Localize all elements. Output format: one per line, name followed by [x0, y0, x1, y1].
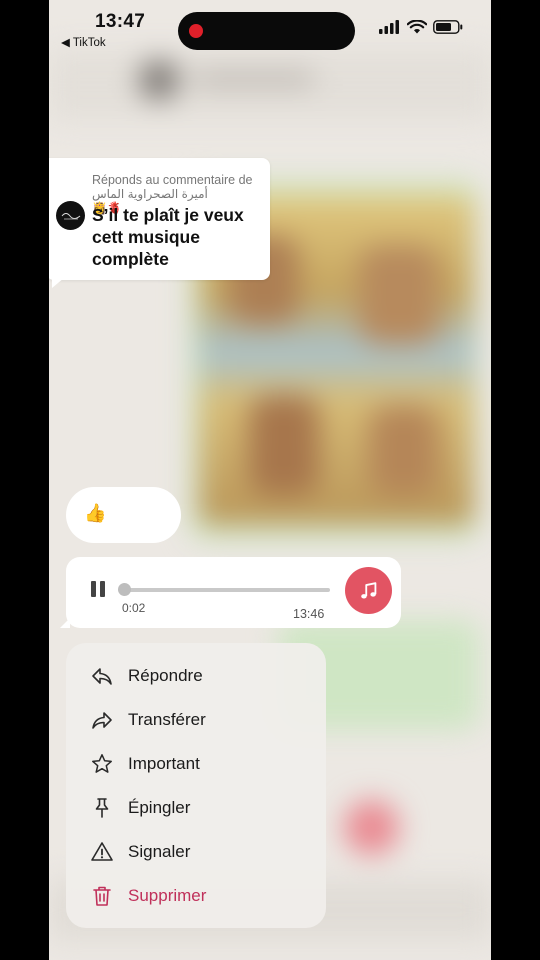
- menu-item-label: Signaler: [128, 842, 191, 861]
- audio-duration: 13:46: [293, 607, 325, 621]
- star-icon: [92, 754, 112, 773]
- menu-item-label: Supprimer: [128, 886, 207, 905]
- menu-item-star[interactable]: Important: [66, 744, 326, 784]
- menu-item-label: Important: [128, 754, 200, 773]
- pin-icon: [95, 798, 109, 818]
- menu-item-label: Transférer: [128, 710, 206, 729]
- blurred-music-button: [344, 800, 399, 855]
- music-note-button[interactable]: [345, 567, 392, 614]
- trash-icon: [93, 886, 111, 906]
- status-time: 13:47: [95, 11, 146, 32]
- phone-screen: 13:47 ◀ TikTok Réponds au commentaire de…: [49, 0, 491, 960]
- menu-item-delete[interactable]: Supprimer: [66, 876, 326, 916]
- dynamic-island: [178, 12, 355, 50]
- commenter-avatar: [56, 201, 85, 230]
- status-bar: 13:47 ◀ TikTok: [49, 0, 491, 52]
- music-note-icon: [360, 581, 376, 599]
- status-icons: [379, 20, 463, 34]
- signal-icon: [379, 20, 399, 34]
- blurred-contact-avatar: [139, 60, 179, 100]
- thumbs-up-emoji: 👍: [84, 503, 107, 523]
- menu-item-label: Répondre: [128, 666, 203, 685]
- warning-icon: [91, 842, 113, 861]
- menu-item-forward[interactable]: Transférer: [66, 700, 326, 740]
- audio-progress-track[interactable]: [123, 588, 330, 592]
- menu-item-label: Épingler: [128, 798, 191, 817]
- forward-icon: [92, 712, 112, 729]
- comment-text: S’il te plaît je veux cett musique compl…: [92, 205, 244, 269]
- reply-label: Réponds au commentaire de: [92, 173, 253, 187]
- recording-indicator: [189, 24, 203, 38]
- reply-comment-card: Réponds au commentaire de أميرة الصحراوي…: [49, 158, 270, 288]
- blurred-contact-name: [194, 72, 314, 86]
- audio-progress-thumb[interactable]: [118, 583, 131, 596]
- pause-icon[interactable]: [90, 581, 106, 597]
- audio-elapsed-time: 0:02: [122, 601, 146, 615]
- emoji-message-bubble[interactable]: 👍: [66, 487, 181, 543]
- back-to-app-link[interactable]: ◀ TikTok: [61, 35, 106, 49]
- wifi-icon: [407, 20, 427, 34]
- message-context-menu: Répondre Transférer Important Épingler S…: [66, 643, 326, 928]
- audio-message-bubble[interactable]: 0:02 13:46: [60, 557, 401, 628]
- battery-icon: [433, 20, 463, 34]
- menu-item-reply[interactable]: Répondre: [66, 656, 326, 696]
- reply-icon: [92, 668, 112, 685]
- menu-item-pin[interactable]: Épingler: [66, 788, 326, 828]
- menu-item-report[interactable]: Signaler: [66, 832, 326, 872]
